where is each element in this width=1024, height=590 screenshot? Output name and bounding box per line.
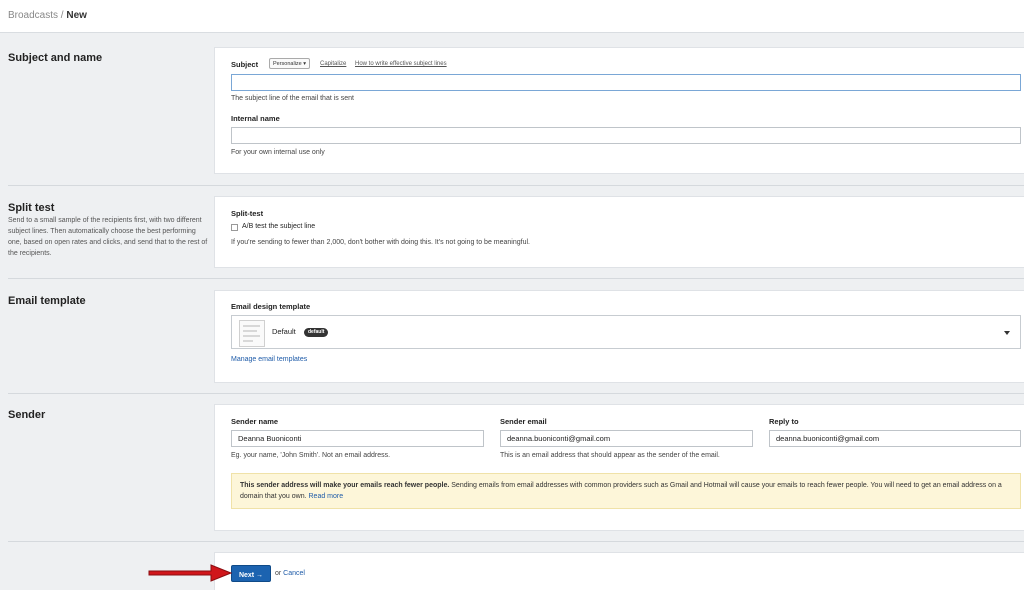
section-title-split-test: Split test: [8, 202, 55, 214]
email-design-template-label: Email design template: [231, 302, 311, 311]
manage-email-templates-link[interactable]: Manage email templates: [231, 356, 307, 363]
or-cancel: or Cancel: [275, 570, 305, 577]
section-divider: [8, 393, 1024, 394]
footer-card: Next → or Cancel: [214, 552, 1024, 590]
section-title-sender: Sender: [8, 409, 46, 421]
section-divider: [8, 278, 1024, 279]
subject-label: Subject: [231, 60, 259, 69]
split-test-help: If you're sending to fewer than 2,000, d…: [231, 239, 530, 246]
sender-email-input[interactable]: [500, 430, 753, 447]
next-button[interactable]: Next →: [231, 565, 271, 582]
section-divider: [8, 185, 1024, 186]
sender-warning: This sender address will make your email…: [231, 473, 1021, 509]
or-text: or: [275, 570, 284, 577]
subject-card: Subject Personalize ▾ Capitalize How to …: [214, 47, 1024, 174]
subject-input[interactable]: [231, 74, 1021, 91]
red-arrow-annotation: [148, 564, 233, 582]
sender-name-label: Sender name: [231, 417, 279, 426]
section-title-subject: Subject and name: [8, 52, 103, 64]
internal-name-label: Internal name: [231, 114, 280, 123]
sender-card: Sender name Eg. your name, 'John Smith'.…: [214, 404, 1024, 531]
internal-name-input[interactable]: [231, 127, 1021, 144]
reply-to-input[interactable]: [769, 430, 1021, 447]
sender-name-input[interactable]: [231, 430, 484, 447]
personalize-dropdown[interactable]: Personalize ▾: [269, 58, 311, 69]
warning-bold-text: This sender address will make your email…: [240, 482, 450, 489]
chevron-down-icon[interactable]: [1004, 331, 1010, 335]
sender-name-help: Eg. your name, 'John Smith'. Not an emai…: [231, 452, 391, 459]
template-selected-name: Default: [272, 327, 296, 336]
ab-test-checkbox-label[interactable]: A/B test the subject line: [242, 223, 315, 230]
reply-to-label: Reply to: [769, 417, 799, 426]
split-test-label: Split-test: [231, 209, 264, 218]
split-test-description: Send to a small sample of the recipients…: [8, 217, 208, 257]
section-divider: [8, 541, 1024, 542]
template-thumbnail: [239, 320, 265, 347]
breadcrumb-current: New: [66, 10, 87, 21]
read-more-link[interactable]: Read more: [309, 493, 344, 500]
sender-email-label: Sender email: [500, 417, 547, 426]
breadcrumb-broadcasts[interactable]: Broadcasts: [8, 10, 58, 21]
top-bar: Broadcasts / New: [0, 0, 1024, 33]
cancel-link[interactable]: Cancel: [283, 570, 305, 577]
breadcrumb: Broadcasts / New: [8, 10, 87, 21]
email-template-select[interactable]: Default default: [231, 315, 1021, 349]
default-badge: default: [304, 328, 329, 337]
sender-email-help: This is an email address that should app…: [500, 452, 720, 459]
split-test-card: Split-test A/B test the subject line If …: [214, 196, 1024, 268]
subject-lines-howto-link[interactable]: How to write effective subject lines: [355, 61, 447, 67]
email-template-card: Email design template Default default Ma…: [214, 290, 1024, 383]
ab-test-checkbox[interactable]: [231, 224, 238, 231]
section-title-email-template: Email template: [8, 295, 86, 307]
internal-name-help: For your own internal use only: [231, 149, 325, 156]
subject-help: The subject line of the email that is se…: [231, 95, 354, 102]
capitalize-link[interactable]: Capitalize: [320, 61, 346, 67]
